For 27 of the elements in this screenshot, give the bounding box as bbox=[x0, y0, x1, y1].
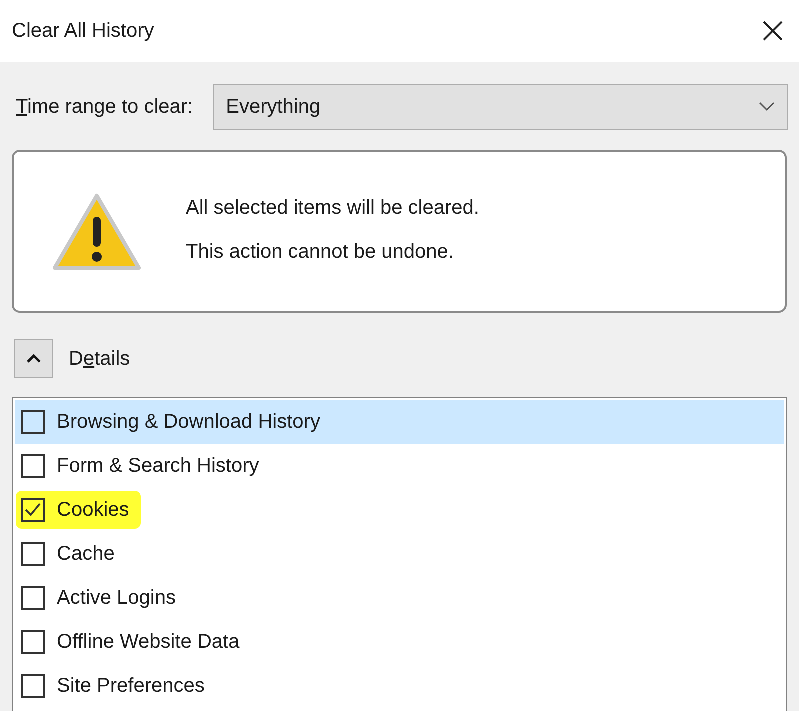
warning-text: All selected items will be cleared. bbox=[186, 196, 480, 220]
item-label: Form & Search History bbox=[57, 454, 260, 479]
item-label: Cache bbox=[57, 542, 115, 567]
chevron-down-icon bbox=[759, 102, 775, 112]
item-label: Site Preferences bbox=[57, 674, 205, 699]
checkbox[interactable] bbox=[21, 674, 45, 698]
close-icon bbox=[762, 20, 784, 42]
item-label: Cookies bbox=[57, 498, 130, 523]
chevron-up-icon bbox=[26, 354, 40, 364]
checkmark-icon bbox=[25, 503, 41, 517]
checkbox[interactable] bbox=[21, 410, 45, 434]
history-item[interactable]: Browsing & Download History bbox=[15, 400, 784, 444]
checkbox[interactable] bbox=[21, 630, 45, 654]
checkbox[interactable] bbox=[21, 586, 45, 610]
details-toggle[interactable] bbox=[14, 339, 53, 378]
time-range-label: Time range to clear: bbox=[16, 95, 194, 120]
details-label: Details bbox=[69, 346, 130, 372]
checkbox[interactable] bbox=[21, 542, 45, 566]
warning-text: This action cannot be undone. bbox=[186, 240, 455, 264]
item-label: Browsing & Download History bbox=[57, 410, 320, 435]
window-title: Clear All History bbox=[12, 19, 154, 44]
item-label: Active Logins bbox=[57, 586, 176, 611]
checkbox[interactable] bbox=[21, 498, 45, 522]
time-range-dropdown[interactable]: Everything bbox=[213, 84, 788, 130]
item-label: Offline Website Data bbox=[57, 630, 240, 655]
checkbox[interactable] bbox=[21, 454, 45, 478]
warning-icon bbox=[52, 192, 142, 270]
